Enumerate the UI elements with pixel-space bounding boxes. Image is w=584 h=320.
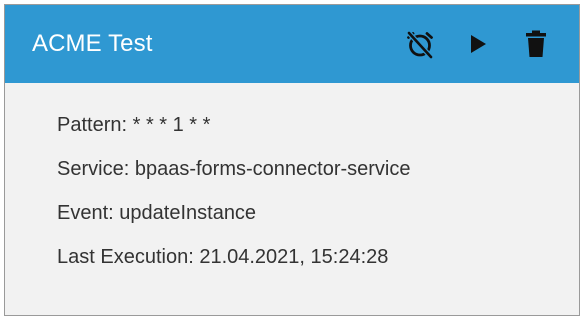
event-value: updateInstance [119, 202, 257, 224]
card-title: ACME Test [32, 30, 153, 57]
event-label: Event [57, 202, 119, 224]
delete-button[interactable] [519, 27, 553, 61]
run-now-button[interactable] [461, 27, 495, 61]
last-execution-value: 21.04.2021, 15:24:28 [199, 246, 389, 268]
last-execution-label: Last Execution [57, 246, 199, 268]
last-execution-row: Last Execution21.04.2021, 15:24:28 [57, 245, 579, 269]
pattern-row: Pattern* * * 1 * * [57, 113, 579, 137]
play-icon [468, 33, 488, 55]
pattern-value: * * * 1 * * [132, 114, 211, 136]
service-row: Servicebpaas-forms-connector-service [57, 157, 579, 181]
card-header: ACME Test [5, 5, 579, 83]
service-value: bpaas-forms-connector-service [134, 158, 411, 180]
job-card: ACME Test Pattern: * * * 1 * * Service … [4, 4, 580, 316]
service-label: Service [57, 158, 135, 180]
event-row: EventupdateInstance [57, 201, 579, 225]
card-actions [403, 27, 553, 61]
trash-icon [525, 30, 547, 58]
disable-schedule-button[interactable] [403, 27, 437, 61]
alarm-off-icon [405, 29, 435, 59]
pattern-label: Pattern [57, 114, 133, 136]
card-body: Pattern* * * 1 * * Servicebpaas-forms-co… [5, 83, 579, 269]
